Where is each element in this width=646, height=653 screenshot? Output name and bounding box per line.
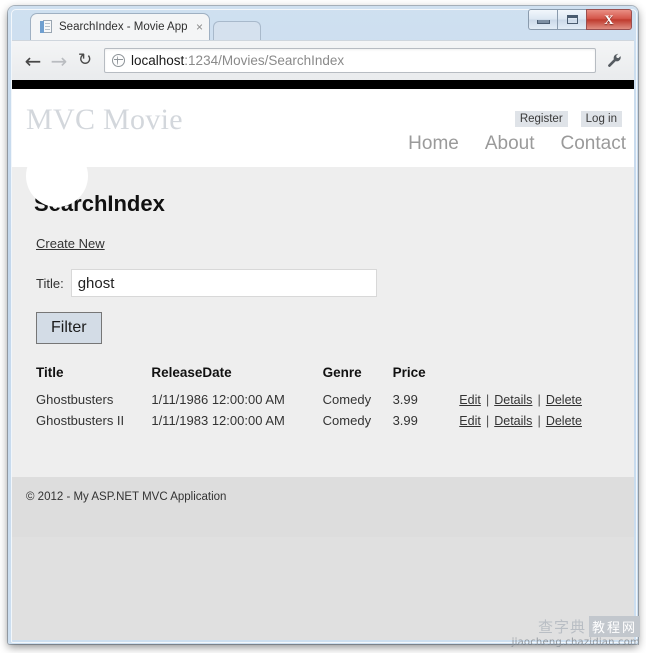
- title-field-label: Title:: [36, 275, 64, 291]
- register-link[interactable]: Register: [514, 111, 568, 127]
- cell-genre: Comedy: [322, 413, 372, 428]
- auth-links: Register Log in: [514, 111, 622, 127]
- reload-button[interactable]: ↻: [72, 48, 98, 74]
- cell-price: 3.99: [392, 413, 418, 428]
- watermark-text-cn: 查字典: [537, 618, 586, 636]
- filter-form: Title: Filter: [36, 269, 616, 344]
- address-bar[interactable]: localhost:1234/Movies/SearchIndex: [104, 48, 596, 73]
- cell-title: Ghostbusters II: [36, 413, 125, 428]
- title-field-row: Title:: [36, 269, 616, 297]
- table-header-row: Title ReleaseDate Genre Price: [36, 365, 616, 389]
- site-footer: © 2012 - My ASP.NET MVC Application: [12, 477, 634, 537]
- column-header-title: Title: [36, 365, 64, 380]
- reload-icon: ↻: [77, 50, 93, 70]
- cell-release-date: 1/11/1986 12:00:00 AM: [151, 392, 285, 407]
- create-new-link[interactable]: Create New: [36, 236, 105, 251]
- browser-toolbar: ← → ↻ localhost:1234/Movies/SearchIndex: [12, 40, 634, 80]
- page-top-bar: [12, 80, 634, 89]
- column-header-actions: [459, 365, 616, 389]
- table-row: Ghostbusters 1/11/1986 12:00:00 AM Comed…: [36, 389, 616, 410]
- header-circle-decoration: [26, 145, 88, 207]
- column-header-release-date: ReleaseDate: [151, 365, 232, 380]
- watermark: 查字典 教程网 jiaocheng.chazidian.com: [486, 616, 640, 649]
- nav-link-home[interactable]: Home: [408, 133, 459, 155]
- back-arrow-icon: ←: [24, 48, 42, 73]
- page-icon: [40, 20, 53, 34]
- url-host: localhost: [131, 53, 185, 68]
- cell-title: Ghostbusters: [36, 392, 114, 407]
- cell-genre: Comedy: [322, 392, 372, 407]
- cell-actions: Edit | Details | Delete: [459, 389, 616, 410]
- column-header-price: Price: [392, 365, 426, 380]
- delete-link[interactable]: Delete: [546, 393, 582, 407]
- watermark-url: jiaocheng.chazidian.com: [511, 637, 640, 648]
- tab-title: SearchIndex - Movie App: [59, 21, 188, 33]
- site-brand[interactable]: MVC Movie: [26, 103, 183, 137]
- action-separator: |: [537, 392, 541, 407]
- filter-button[interactable]: Filter: [36, 312, 102, 344]
- login-link[interactable]: Log in: [580, 111, 622, 127]
- browser-tab[interactable]: SearchIndex - Movie App ×: [30, 13, 210, 40]
- url-path: :1234/Movies/SearchIndex: [184, 53, 345, 68]
- wrench-icon: [607, 53, 621, 67]
- main-content: SearchIndex Create New Title: Filter Tit…: [12, 167, 634, 477]
- action-separator: |: [485, 413, 490, 428]
- browser-window: X SearchIndex - Movie App × ← → ↻ localh…: [8, 6, 638, 644]
- edit-link[interactable]: Edit: [459, 414, 481, 428]
- table-row: Ghostbusters II 1/11/1983 12:00:00 AM Co…: [36, 410, 616, 431]
- new-tab-button[interactable]: [213, 21, 261, 40]
- forward-arrow-icon: →: [50, 48, 68, 73]
- tab-close-icon[interactable]: ×: [192, 21, 203, 33]
- back-button[interactable]: ←: [20, 48, 46, 74]
- nav-link-about[interactable]: About: [485, 133, 535, 155]
- page-viewport: MVC Movie Register Log in Home About Con…: [12, 80, 634, 640]
- tab-strip: SearchIndex - Movie App ×: [8, 12, 638, 40]
- title-search-input[interactable]: [70, 269, 377, 297]
- globe-icon: [112, 54, 125, 67]
- main-navigation: Home About Contact: [408, 133, 626, 155]
- column-header-genre: Genre: [322, 365, 362, 380]
- nav-link-contact[interactable]: Contact: [561, 133, 626, 155]
- action-separator: |: [485, 392, 490, 407]
- desktop-backdrop: X SearchIndex - Movie App × ← → ↻ localh…: [0, 0, 646, 653]
- details-link[interactable]: Details: [494, 393, 532, 407]
- edit-link[interactable]: Edit: [459, 393, 481, 407]
- forward-button[interactable]: →: [46, 48, 72, 74]
- footer-copyright: © 2012 - My ASP.NET MVC Application: [26, 491, 227, 503]
- site-header: MVC Movie Register Log in Home About Con…: [12, 89, 634, 207]
- movies-table: Title ReleaseDate Genre Price Ghostbuste…: [36, 365, 616, 431]
- watermark-text-box: 教程网: [588, 616, 640, 637]
- action-separator: |: [537, 413, 541, 428]
- cell-price: 3.99: [392, 392, 418, 407]
- cell-actions: Edit | Details | Delete: [459, 410, 616, 431]
- address-bar-text: localhost:1234/Movies/SearchIndex: [131, 53, 344, 68]
- delete-link[interactable]: Delete: [546, 414, 582, 428]
- cell-release-date: 1/11/1983 12:00:00 AM: [151, 413, 285, 428]
- wrench-menu-button[interactable]: [602, 48, 626, 74]
- page-title: SearchIndex: [34, 191, 165, 216]
- details-link[interactable]: Details: [494, 414, 532, 428]
